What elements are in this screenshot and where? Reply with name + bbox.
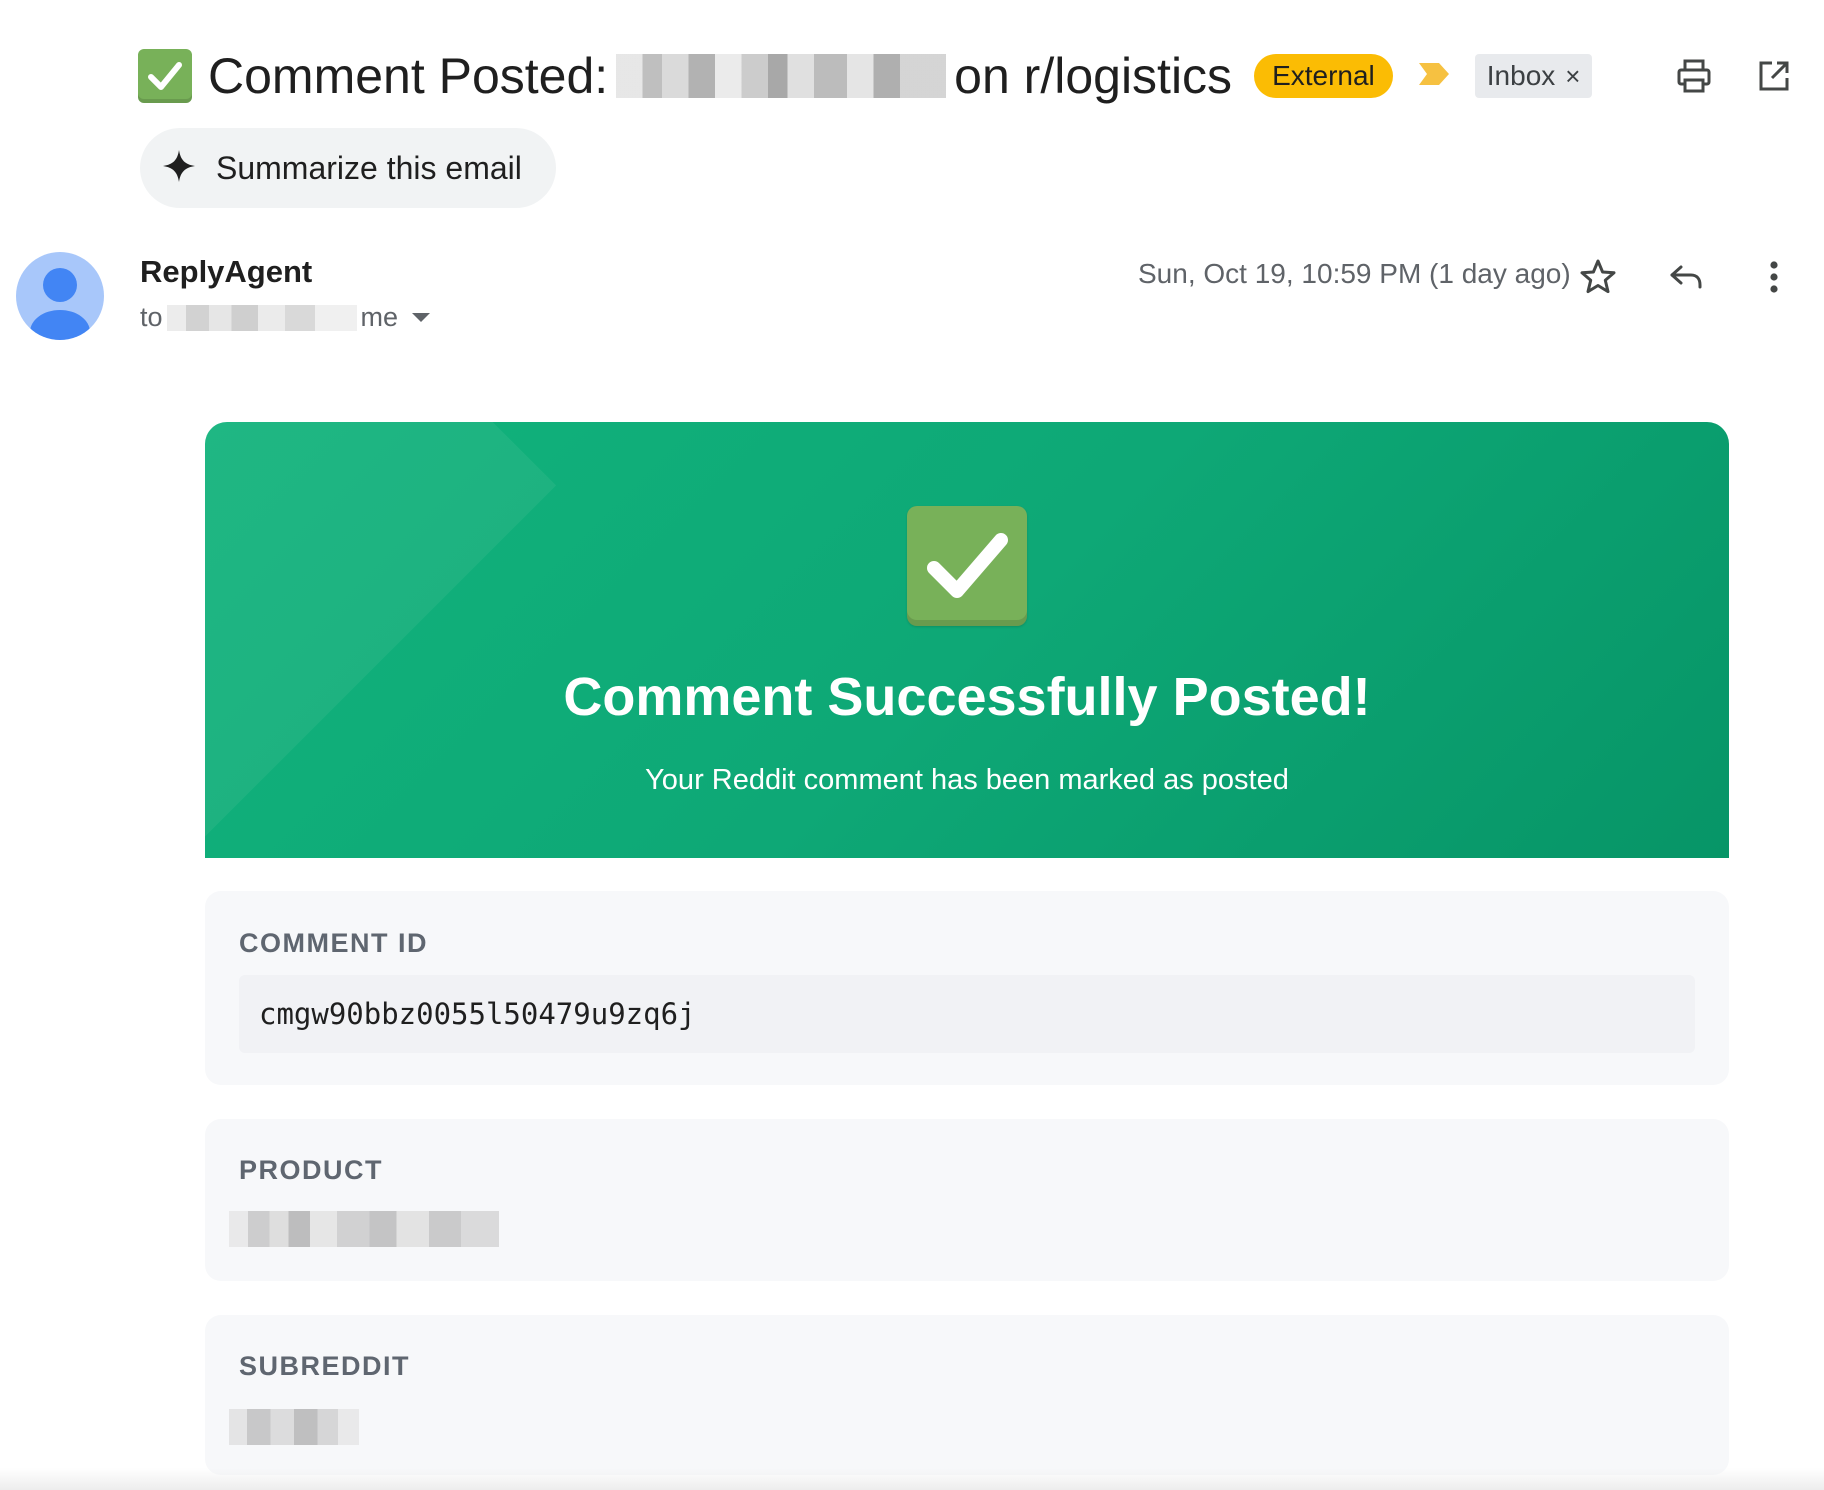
sparkle-icon [162,149,196,188]
open-in-new-window-icon[interactable] [1750,52,1798,100]
summarize-label: Summarize this email [216,149,522,186]
product-label: PRODUCT [239,1155,383,1185]
sender-name[interactable]: ReplyAgent [140,254,312,290]
email-subject: Comment Posted: on r/logistics External … [138,44,1593,108]
subject-prefix: Comment Posted: [208,48,609,104]
reply-icon[interactable] [1661,252,1711,302]
to-me: me [360,302,399,332]
banner-subtitle: Your Reddit comment has been marked as p… [645,764,1289,796]
chevron-down-icon[interactable] [412,313,431,322]
summarize-email-button[interactable]: Summarize this email [140,128,556,208]
success-banner: Comment Successfully Posted! Your Reddit… [205,422,1729,858]
comment-id-card: COMMENT ID cmgw90bbz0055l50479u9zq6j [205,891,1729,1085]
redacted-recipient [166,304,357,331]
subreddit-label: SUBREDDIT [239,1351,411,1381]
to-prefix: to [140,302,163,332]
scroll-fade [0,1468,1824,1490]
check-mark-button-icon [138,49,192,103]
redacted-product-value [229,1211,499,1247]
inbox-label-badge: Inbox × [1474,54,1593,98]
redacted-subject-text [616,54,947,98]
comment-id-label: COMMENT ID [239,928,428,958]
subreddit-card: SUBREDDIT [205,1315,1729,1475]
inbox-label-text: Inbox [1486,60,1556,91]
star-icon[interactable] [1573,252,1623,302]
sent-date: Sun, Oct 19, 10:59 PM (1 day ago) [1138,258,1571,289]
subject-suffix: on r/logistics [954,48,1233,104]
external-label-badge: External [1254,54,1393,98]
more-vertical-icon[interactable] [1749,252,1799,302]
recipients-line: to me [140,302,431,333]
product-card: PRODUCT [205,1119,1729,1281]
banner-title: Comment Successfully Posted! [563,667,1371,727]
importance-marker-icon[interactable] [1418,62,1449,90]
remove-inbox-label-button[interactable]: × [1565,61,1580,92]
check-mark-button-icon [907,506,1027,626]
person-avatar-icon[interactable] [16,252,104,340]
comment-id-value: cmgw90bbz0055l50479u9zq6j [239,975,1695,1053]
print-icon[interactable] [1670,52,1718,100]
redacted-subreddit-value [229,1409,359,1445]
